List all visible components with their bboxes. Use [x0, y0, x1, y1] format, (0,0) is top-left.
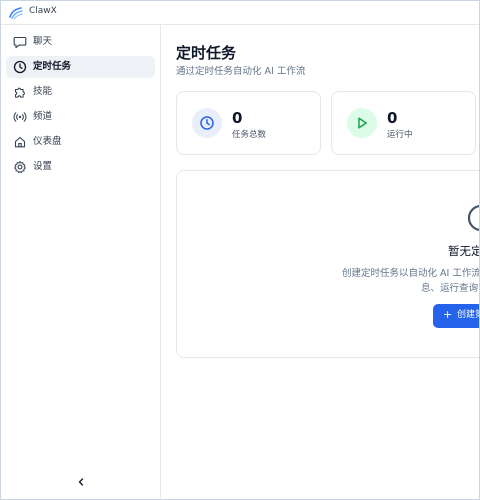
sidebar-item-label: 频道 — [33, 111, 53, 122]
chevron-left-icon — [78, 478, 84, 486]
collapse-sidebar-button[interactable] — [74, 475, 88, 489]
chat-icon — [13, 35, 27, 49]
create-task-label: 创建第 — [457, 310, 479, 320]
plus-icon: + — [443, 308, 453, 321]
sidebar: 聊天 定时任务 技能 频道 仪表盘 设置 — [1, 25, 161, 499]
empty-state-description: 创建定时任务以自动化 AI 工作流 — [342, 268, 480, 279]
page-title: 定时任务 — [176, 44, 237, 62]
gear-icon — [13, 160, 27, 174]
sidebar-item-label: 聊天 — [33, 36, 53, 47]
sidebar-item-cron[interactable]: 定时任务 — [6, 56, 155, 78]
app-window: ClawX 聊天 定时任务 技能 频道 仪表盘 设置 定时任务 通过定时任务自动… — [0, 0, 480, 500]
home-icon — [13, 135, 27, 149]
play-icon — [347, 108, 377, 138]
title-bar: ClawX — [1, 1, 479, 25]
empty-state-card: 暂无定 创建定时任务以自动化 AI 工作流 息、运行查询 + 创建第 — [176, 170, 480, 358]
sidebar-item-label: 技能 — [33, 86, 53, 97]
claw-logo-icon — [9, 7, 23, 20]
broadcast-icon — [13, 110, 27, 124]
empty-state-description-line2: 息、运行查询 — [421, 283, 479, 294]
clock-icon — [192, 108, 222, 138]
create-task-button[interactable]: + 创建第 — [433, 304, 479, 328]
clock-icon — [13, 60, 27, 74]
sidebar-item-label: 设置 — [33, 161, 53, 172]
main-content: 定时任务 通过定时任务自动化 AI 工作流 0 任务总数 0 运行中 暂无定 创… — [162, 25, 480, 499]
app-title: ClawX — [29, 6, 57, 16]
sidebar-item-label: 定时任务 — [33, 61, 72, 72]
stat-card-total: 0 任务总数 — [176, 91, 321, 155]
clock-icon — [467, 205, 479, 231]
puzzle-icon — [13, 85, 27, 99]
stat-label: 运行中 — [387, 130, 413, 140]
stat-card-running: 0 运行中 — [331, 91, 476, 155]
sidebar-item-skills[interactable]: 技能 — [6, 81, 155, 103]
page-subtitle: 通过定时任务自动化 AI 工作流 — [176, 66, 306, 77]
sidebar-item-dashboard[interactable]: 仪表盘 — [6, 131, 155, 153]
stat-value: 0 — [387, 109, 398, 127]
sidebar-item-settings[interactable]: 设置 — [6, 156, 155, 178]
empty-state-title: 暂无定 — [448, 244, 480, 258]
sidebar-item-chat[interactable]: 聊天 — [6, 31, 155, 53]
stat-label: 任务总数 — [232, 130, 267, 140]
sidebar-item-label: 仪表盘 — [33, 136, 62, 147]
sidebar-item-channels[interactable]: 频道 — [6, 106, 155, 128]
stat-value: 0 — [232, 109, 243, 127]
